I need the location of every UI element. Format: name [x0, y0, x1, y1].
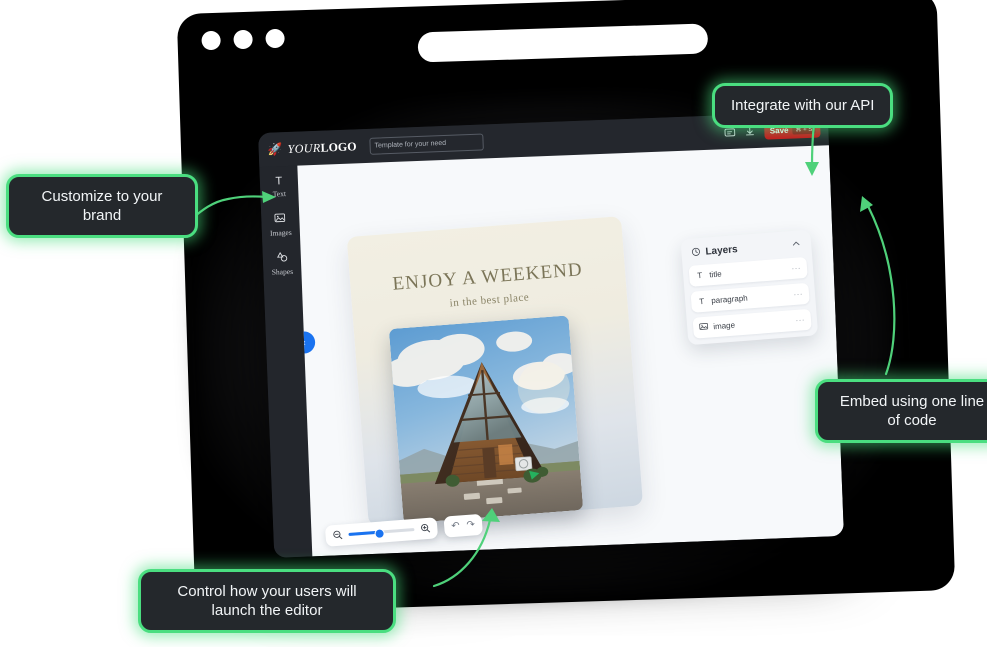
shapes-icon — [276, 251, 288, 265]
brand-logo[interactable]: 🚀 YOURLOGO — [267, 139, 356, 157]
zoom-slider[interactable] — [348, 527, 415, 539]
zoom-out-icon[interactable] — [332, 529, 343, 542]
callout-customize[interactable]: Customize to your brand — [6, 174, 198, 239]
layers-panel-title: Layers — [705, 243, 739, 258]
chevron-up-icon[interactable] — [791, 238, 802, 251]
callout-embed[interactable]: Embed using one line of code — [815, 379, 987, 444]
layer-menu-icon[interactable]: ··· — [793, 289, 803, 299]
editor-app: 🚀 YOURLOGO Template for your need Save ⌘… — [258, 111, 844, 558]
browser-chrome-bar — [177, 0, 939, 76]
arrow-embed — [860, 196, 896, 376]
layer-name: title — [708, 269, 723, 280]
tool-shapes-label: Shapes — [271, 266, 294, 277]
callout-embed-text: Embed using one line of code — [839, 393, 985, 430]
layers-panel[interactable]: Layers T title ··· T paragraph ··· image… — [680, 229, 819, 346]
url-bar[interactable] — [417, 23, 709, 63]
layer-menu-icon[interactable]: ··· — [795, 315, 805, 325]
callout-control[interactable]: Control how your users will launch the e… — [138, 569, 396, 634]
rocket-icon: 🚀 — [267, 142, 283, 157]
arrow-api — [805, 122, 819, 176]
layer-name: paragraph — [710, 293, 748, 306]
clock-icon — [691, 247, 701, 259]
layer-name: image — [712, 320, 736, 332]
poster-photo[interactable] — [388, 315, 584, 524]
template-name-placeholder: Template for your need — [374, 139, 447, 150]
zoom-slider-thumb[interactable] — [373, 527, 385, 539]
callout-customize-text: Customize to your brand — [41, 188, 163, 225]
callout-api-text: Integrate with our API — [731, 97, 875, 114]
traffic-lights — [201, 28, 285, 51]
layer-row-image[interactable]: image ··· — [692, 308, 812, 339]
close-dot[interactable] — [201, 30, 221, 51]
brand-logo-text: YOURLOGO — [287, 139, 356, 157]
brand-logo-light: YOUR — [287, 140, 321, 156]
arrow-control — [432, 508, 500, 588]
poster-design[interactable]: ENJOY A WEEKEND in the best place — [346, 216, 644, 527]
layer-row-paragraph[interactable]: T paragraph ··· — [690, 282, 810, 313]
zoom-controls — [324, 517, 439, 547]
image-icon — [699, 322, 709, 334]
callout-api[interactable]: Integrate with our API — [712, 83, 894, 129]
brand-logo-bold: LOGO — [320, 138, 357, 155]
layer-menu-icon[interactable]: ··· — [791, 263, 801, 273]
tool-shapes[interactable]: Shapes — [271, 251, 293, 277]
text-icon: T — [696, 270, 703, 281]
minimize-dot[interactable] — [233, 29, 253, 50]
text-icon: T — [698, 296, 705, 307]
maximize-dot[interactable] — [265, 28, 285, 49]
template-name-input[interactable]: Template for your need — [369, 132, 484, 155]
screenshot-stage: 🚀 YOURLOGO Template for your need Save ⌘… — [0, 0, 987, 647]
callout-control-text: Control how your users will launch the e… — [177, 583, 357, 620]
editor-canvas[interactable]: ‹ ENJOY A WEEKEND in the best place Laye… — [297, 145, 844, 557]
